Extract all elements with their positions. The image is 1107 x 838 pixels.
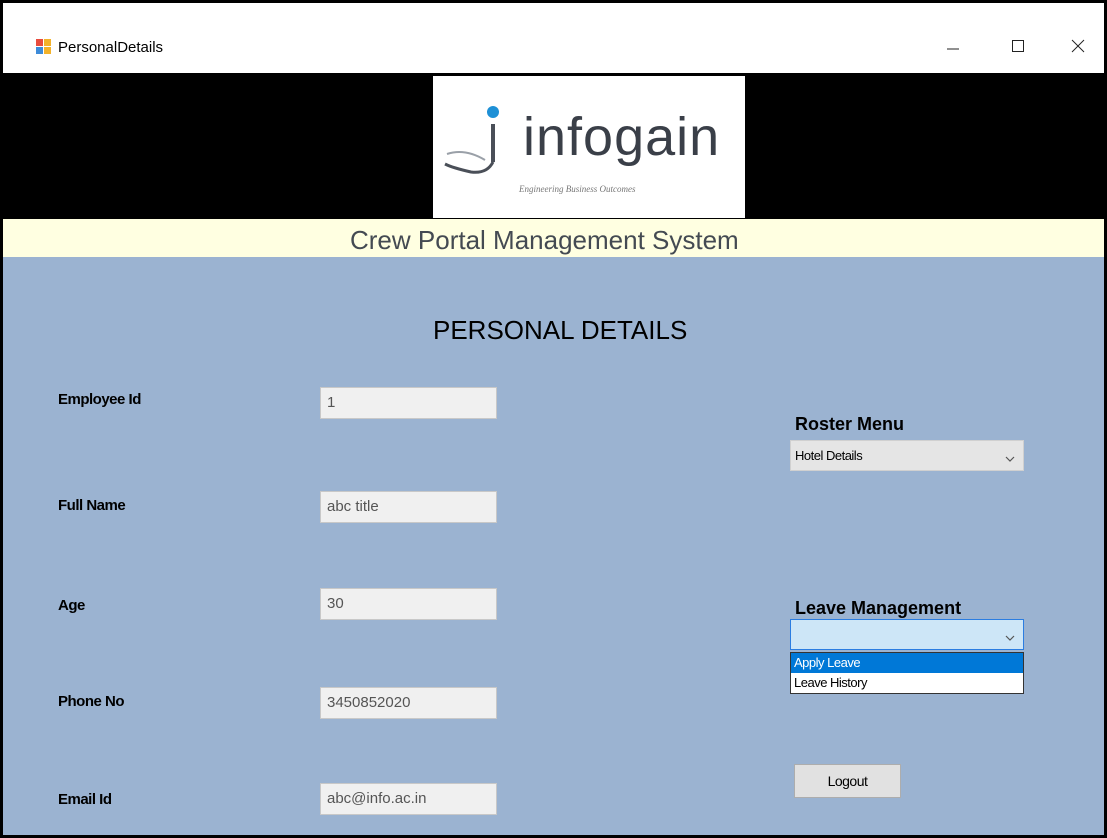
chevron-down-icon — [1005, 630, 1015, 645]
full-name-field[interactable]: abc title — [320, 491, 497, 523]
company-logo: infogain Engineering Business Outcomes — [433, 76, 745, 218]
phone-no-field[interactable]: 3450852020 — [320, 687, 497, 719]
window-title: PersonalDetails — [58, 39, 164, 56]
employee-id-label: Employee Id — [58, 391, 141, 408]
system-title: Crew Portal Management System — [350, 225, 739, 255]
leave-management-select[interactable] — [790, 619, 1024, 650]
roster-menu-label: Roster Menu — [795, 414, 905, 434]
minimize-button[interactable] — [930, 29, 976, 63]
logo-tagline: Engineering Business Outcomes — [519, 184, 636, 194]
title-bar: PersonalDetails — [3, 3, 1104, 73]
logo-mark-icon — [441, 104, 521, 189]
page-title: PERSONAL DETAILS — [433, 315, 688, 345]
roster-menu-value: Hotel Details — [795, 448, 863, 463]
system-title-strip: Crew Portal Management System — [3, 219, 1104, 257]
personal-details-panel: PERSONAL DETAILS Employee Id 1 Full Name… — [3, 257, 1104, 835]
employee-id-field[interactable]: 1 — [320, 387, 497, 419]
leave-management-label: Leave Management — [795, 598, 962, 618]
full-name-label: Full Name — [58, 497, 126, 514]
email-id-field[interactable]: abc@info.ac.in — [320, 783, 497, 815]
close-button[interactable] — [1055, 29, 1101, 63]
age-field[interactable]: 30 — [320, 588, 497, 620]
dropdown-option-leave-history[interactable]: Leave History — [791, 673, 1023, 693]
maximize-icon — [1012, 40, 1024, 52]
email-id-label: Email Id — [58, 791, 112, 808]
logo-text: infogain — [523, 107, 721, 167]
leave-management-dropdown: Apply Leave Leave History — [790, 652, 1024, 694]
age-label: Age — [58, 597, 85, 614]
app-icon — [36, 39, 52, 55]
dropdown-option-apply-leave[interactable]: Apply Leave — [791, 653, 1023, 673]
chevron-down-icon — [1005, 451, 1015, 466]
minimize-icon — [947, 48, 959, 50]
roster-menu-select[interactable]: Hotel Details — [790, 440, 1024, 471]
header-banner: infogain Engineering Business Outcomes — [3, 73, 1104, 219]
logout-button[interactable]: Logout — [794, 764, 901, 798]
close-icon — [1071, 39, 1085, 53]
personal-details-window: PersonalDetails infogain Engineering Bus… — [0, 0, 1107, 838]
maximize-button[interactable] — [995, 29, 1041, 63]
phone-no-label: Phone No — [58, 693, 125, 710]
